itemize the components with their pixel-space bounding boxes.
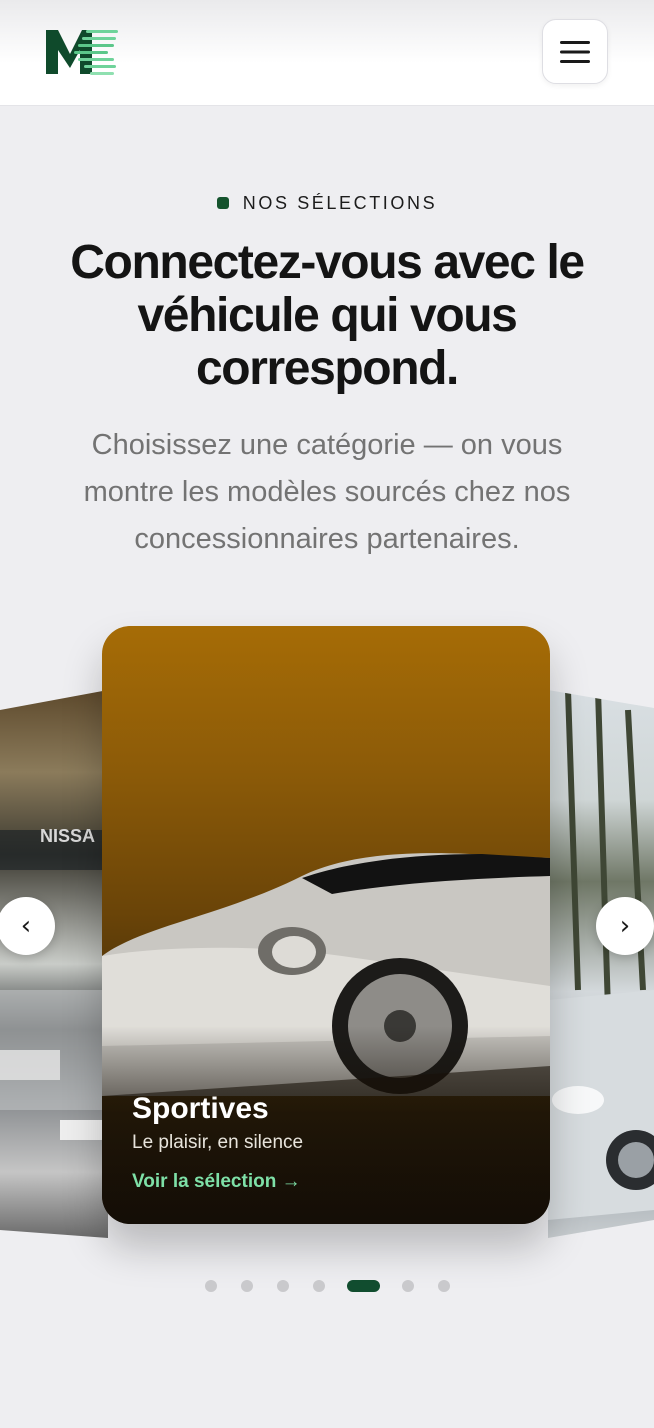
carousel-next-button[interactable]: › bbox=[596, 897, 654, 955]
site-header bbox=[0, 0, 654, 106]
card-cta-link[interactable]: Voir la sélection → bbox=[132, 1171, 301, 1193]
pagination-dot[interactable] bbox=[204, 1280, 217, 1292]
chevron-left-icon: ‹ bbox=[20, 911, 32, 941]
carousel-card-previous[interactable]: NISSA bbox=[0, 690, 108, 1238]
section-eyebrow: NOS SÉLECTIONS bbox=[0, 190, 654, 216]
hero-title: Connectez-vous avec le véhicule qui vous… bbox=[70, 236, 585, 395]
hero-subtitle: Choisissez une catégorie — on vous montr… bbox=[83, 429, 571, 555]
chevron-right-icon: › bbox=[619, 911, 631, 941]
card-title: Sportives bbox=[132, 1092, 269, 1125]
eyebrow-label: NOS SÉLECTIONS bbox=[242, 192, 438, 213]
menu-button[interactable] bbox=[542, 19, 608, 84]
pagination-dot[interactable] bbox=[401, 1280, 414, 1292]
page: NOS SÉLECTIONS Connectez-vous avec le vé… bbox=[0, 0, 654, 1428]
next-card-photo bbox=[548, 690, 654, 1220]
hamburger-icon bbox=[560, 40, 590, 63]
card-description: Le plaisir, en silence bbox=[132, 1132, 304, 1153]
carousel-card-next[interactable] bbox=[548, 690, 654, 1238]
svg-text:NISSA: NISSA bbox=[40, 826, 95, 846]
previous-card-photo: NISSA bbox=[0, 826, 108, 1140]
pagination-dot[interactable] bbox=[240, 1280, 253, 1292]
brand-logo[interactable] bbox=[44, 26, 122, 78]
eyebrow-square-icon bbox=[216, 197, 229, 209]
pagination-dot[interactable] bbox=[437, 1280, 450, 1292]
carousel-card-active[interactable]: Sportives Le plaisir, en silence Voir la… bbox=[102, 626, 550, 1224]
logo-mark-icon bbox=[46, 30, 118, 75]
pagination-dot[interactable] bbox=[312, 1280, 325, 1292]
pagination-dot-active[interactable] bbox=[346, 1280, 380, 1292]
pagination-dot[interactable] bbox=[276, 1280, 289, 1292]
carousel-pagination bbox=[0, 1278, 654, 1294]
